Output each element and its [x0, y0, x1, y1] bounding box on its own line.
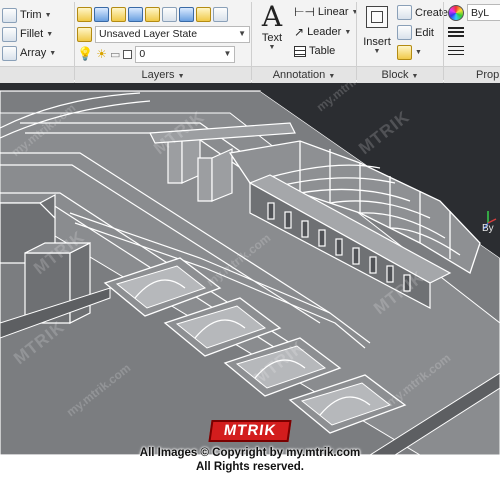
trim-button[interactable]: Trim ▼ — [2, 6, 52, 24]
layer-state-value: Unsaved Layer State — [99, 28, 198, 40]
layer-tool-icon[interactable] — [94, 6, 109, 22]
leader-label: Leader — [307, 26, 342, 38]
color-value: ByL — [471, 6, 490, 19]
layer-states-icon[interactable] — [77, 26, 92, 42]
color-wheel-icon[interactable] — [448, 5, 464, 21]
chevron-down-icon: ▼ — [344, 28, 352, 36]
chevron-down-icon: ▼ — [177, 73, 185, 80]
current-layer-select[interactable]: 0 ▼ — [135, 45, 236, 63]
text-button[interactable]: A Text ▼ — [256, 0, 288, 52]
fillet-icon — [2, 26, 17, 42]
chevron-down-icon: ▼ — [268, 44, 276, 51]
table-label: Table — [309, 45, 336, 57]
trim-icon — [2, 7, 17, 23]
chevron-down-icon: ▼ — [223, 48, 232, 58]
block-panel-label: Block — [381, 69, 409, 81]
layers-panel-label: Layers — [141, 69, 175, 81]
layer-tool-icon[interactable] — [179, 6, 194, 22]
insert-block-icon — [366, 6, 388, 28]
modify-panel: Trim ▼ Fillet ▼ Array ▼ — [0, 0, 74, 83]
fillet-dropdown-icon[interactable]: ▼ — [46, 31, 53, 38]
sun-icon[interactable]: ☀ — [96, 47, 107, 61]
trim-label: Trim — [20, 9, 42, 21]
edit-block-button[interactable]: Edit — [397, 25, 434, 40]
table-icon — [294, 45, 306, 57]
color-select[interactable]: ByL — [467, 4, 500, 21]
current-layer-row: 💡 ☀ ▭ 0 ▼ — [77, 45, 236, 63]
trim-dropdown-icon[interactable]: ▼ — [45, 12, 52, 19]
insert-label: Insert — [363, 36, 391, 48]
leader-icon: ↗ — [294, 25, 305, 39]
chevron-down-icon: ▼ — [373, 48, 381, 55]
array-dropdown-icon[interactable]: ▼ — [49, 50, 56, 57]
layer-tool-icon[interactable] — [145, 6, 160, 22]
copyright-line-2: All Rights reserved. — [195, 461, 304, 473]
layer-tool-icon[interactable] — [128, 6, 143, 22]
block-attributes-button[interactable]: ▼ — [397, 45, 422, 60]
chevron-down-icon: ▼ — [328, 73, 336, 80]
layer-state-select[interactable]: Unsaved Layer State ▼ — [95, 25, 250, 43]
layers-panel: Unsaved Layer State ▼ 💡 ☀ ▭ 0 ▼ Layers ▼ — [75, 0, 251, 83]
modify-panel-title[interactable] — [0, 66, 74, 83]
layer-color-swatch[interactable] — [123, 49, 133, 59]
create-block-icon — [397, 5, 412, 20]
mtrik-logo: MTRIK — [208, 420, 292, 442]
text-icon: A — [261, 0, 283, 33]
properties-panel-title[interactable]: Prop — [444, 66, 500, 83]
block-panel-title[interactable]: Block ▼ — [357, 66, 443, 83]
layer-tool-icon[interactable] — [111, 6, 126, 22]
text-label: Text — [261, 32, 283, 44]
layer-properties-icon[interactable] — [77, 6, 92, 22]
3d-model-drawing — [0, 90, 500, 455]
insert-button[interactable]: Insert ▼ — [361, 4, 393, 55]
attribute-icon — [397, 45, 412, 60]
properties-panel: ByL Prop — [444, 0, 500, 83]
chevron-down-icon: ▼ — [415, 49, 422, 56]
edit-label: Edit — [415, 26, 434, 39]
chevron-down-icon: ▼ — [411, 73, 419, 80]
linetype-icon[interactable] — [448, 46, 464, 58]
drawing-viewport[interactable]: By MTRIK my.mtrik.com MTRIK my.mtrik.com… — [0, 83, 500, 455]
layer-state-row: Unsaved Layer State ▼ — [77, 25, 250, 43]
viewcube-label[interactable]: By — [482, 223, 494, 234]
ribbon: Trim ▼ Fillet ▼ Array ▼ Unsaved Layer St… — [0, 0, 500, 83]
linear-dimension-icon: ⊢⊣ — [294, 5, 315, 19]
layers-panel-title[interactable]: Layers ▼ — [75, 66, 251, 83]
lightbulb-icon[interactable]: 💡 — [77, 46, 93, 62]
array-icon — [2, 45, 17, 61]
leader-button[interactable]: ↗ Leader ▼ — [294, 25, 351, 39]
fillet-label: Fillet — [20, 28, 44, 40]
create-block-button[interactable]: Create — [397, 5, 448, 20]
block-panel: Insert ▼ Create Edit ▼ Block ▼ — [357, 0, 448, 83]
linear-label: Linear — [317, 6, 349, 18]
annotation-panel-title[interactable]: Annotation ▼ — [252, 66, 356, 83]
fillet-button[interactable]: Fillet ▼ — [2, 25, 53, 43]
table-button[interactable]: Table — [294, 45, 335, 57]
copyright-line-1: All Images © Copyright by my.mtrik.com — [139, 447, 361, 459]
edit-block-icon — [397, 25, 412, 40]
annotation-panel: A Text ▼ ⊢⊣ Linear ▼ ↗ Leader ▼ Table An… — [252, 0, 358, 83]
current-layer-value: 0 — [139, 48, 146, 60]
annotation-panel-label: Annotation — [272, 69, 326, 81]
properties-panel-label: Prop — [476, 69, 500, 81]
linear-button[interactable]: ⊢⊣ Linear ▼ — [294, 5, 358, 19]
layer-tools-row — [77, 5, 228, 23]
layer-tool-icon[interactable] — [213, 6, 228, 22]
lock-icon[interactable]: ▭ — [110, 48, 120, 61]
array-button[interactable]: Array ▼ — [2, 44, 56, 62]
layer-tool-icon[interactable] — [196, 6, 211, 22]
lineweight-icon[interactable] — [448, 27, 464, 39]
array-label: Array — [20, 47, 47, 59]
chevron-down-icon: ▼ — [238, 28, 246, 38]
layer-tool-icon[interactable] — [162, 6, 177, 22]
